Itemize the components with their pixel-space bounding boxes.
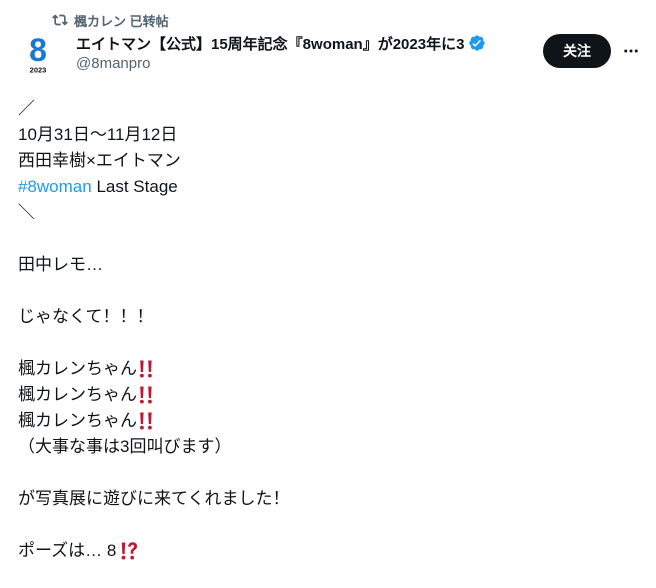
tweet-line: 楓カレンちゃん: [18, 356, 628, 382]
follow-button[interactable]: 关注: [543, 34, 611, 68]
tweet-line: 西田幸樹×エイトマン: [18, 151, 181, 170]
avatar[interactable]: 8 2023: [18, 34, 58, 74]
more-options-button[interactable]: [614, 38, 648, 64]
tweet-line: じゃなくて！！！: [18, 307, 154, 326]
double-exclamation-icon: [138, 411, 154, 431]
tweet-line-text: Last Stage: [91, 177, 178, 196]
double-exclamation-icon: [138, 359, 154, 379]
tweet-line: ＼: [18, 203, 35, 222]
tweet-line: 楓カレンちゃん: [18, 382, 628, 408]
author-info: エイトマン【公式】15周年記念『8woman』が2023年に3 @8manpro: [76, 32, 530, 72]
tweet-line: （大事な事は3回叫びます）: [18, 437, 232, 456]
tweet-line: 田中レモ…: [18, 255, 103, 274]
user-handle[interactable]: @8manpro: [76, 55, 530, 72]
name-row: エイトマン【公式】15周年記念『8woman』が2023年に3: [76, 32, 530, 54]
retweet-text[interactable]: 楓カレン 已转帖: [74, 11, 169, 30]
exclamation-question-icon: [120, 541, 138, 561]
display-name[interactable]: エイトマン【公式】15周年記念『8woman』が2023年に3: [76, 33, 464, 54]
tweet-line-text: 楓カレンちゃん: [18, 359, 137, 378]
tweet-line: が写真展に遊びに来てくれました！: [18, 489, 290, 508]
tweet-line: ／: [18, 99, 35, 118]
verified-badge-icon: [468, 34, 486, 52]
hashtag-link[interactable]: #8woman: [18, 174, 92, 200]
retweet-icon: [52, 12, 68, 28]
tweet-line: 10月31日～11月12日: [18, 125, 178, 144]
retweet-header[interactable]: 楓カレン 已转帖: [52, 10, 169, 30]
tweet-line-text: 楓カレンちゃん: [18, 385, 137, 404]
tweet-line-text: 楓カレンちゃん: [18, 411, 137, 430]
tweet-line: #8woman Last Stage: [18, 174, 628, 200]
avatar-year: 2023: [30, 66, 47, 75]
tweet-line-text: ポーズは… 8: [18, 541, 117, 560]
more-dots-icon: [624, 49, 638, 53]
tweet-line: 楓カレンちゃん: [18, 408, 628, 434]
double-exclamation-icon: [138, 385, 154, 405]
tweet-text: ／ 10月31日～11月12日 西田幸樹×エイトマン #8woman Last …: [18, 96, 628, 564]
avatar-logo: 8: [29, 34, 47, 68]
tweet-line: ポーズは… 8: [18, 538, 628, 564]
